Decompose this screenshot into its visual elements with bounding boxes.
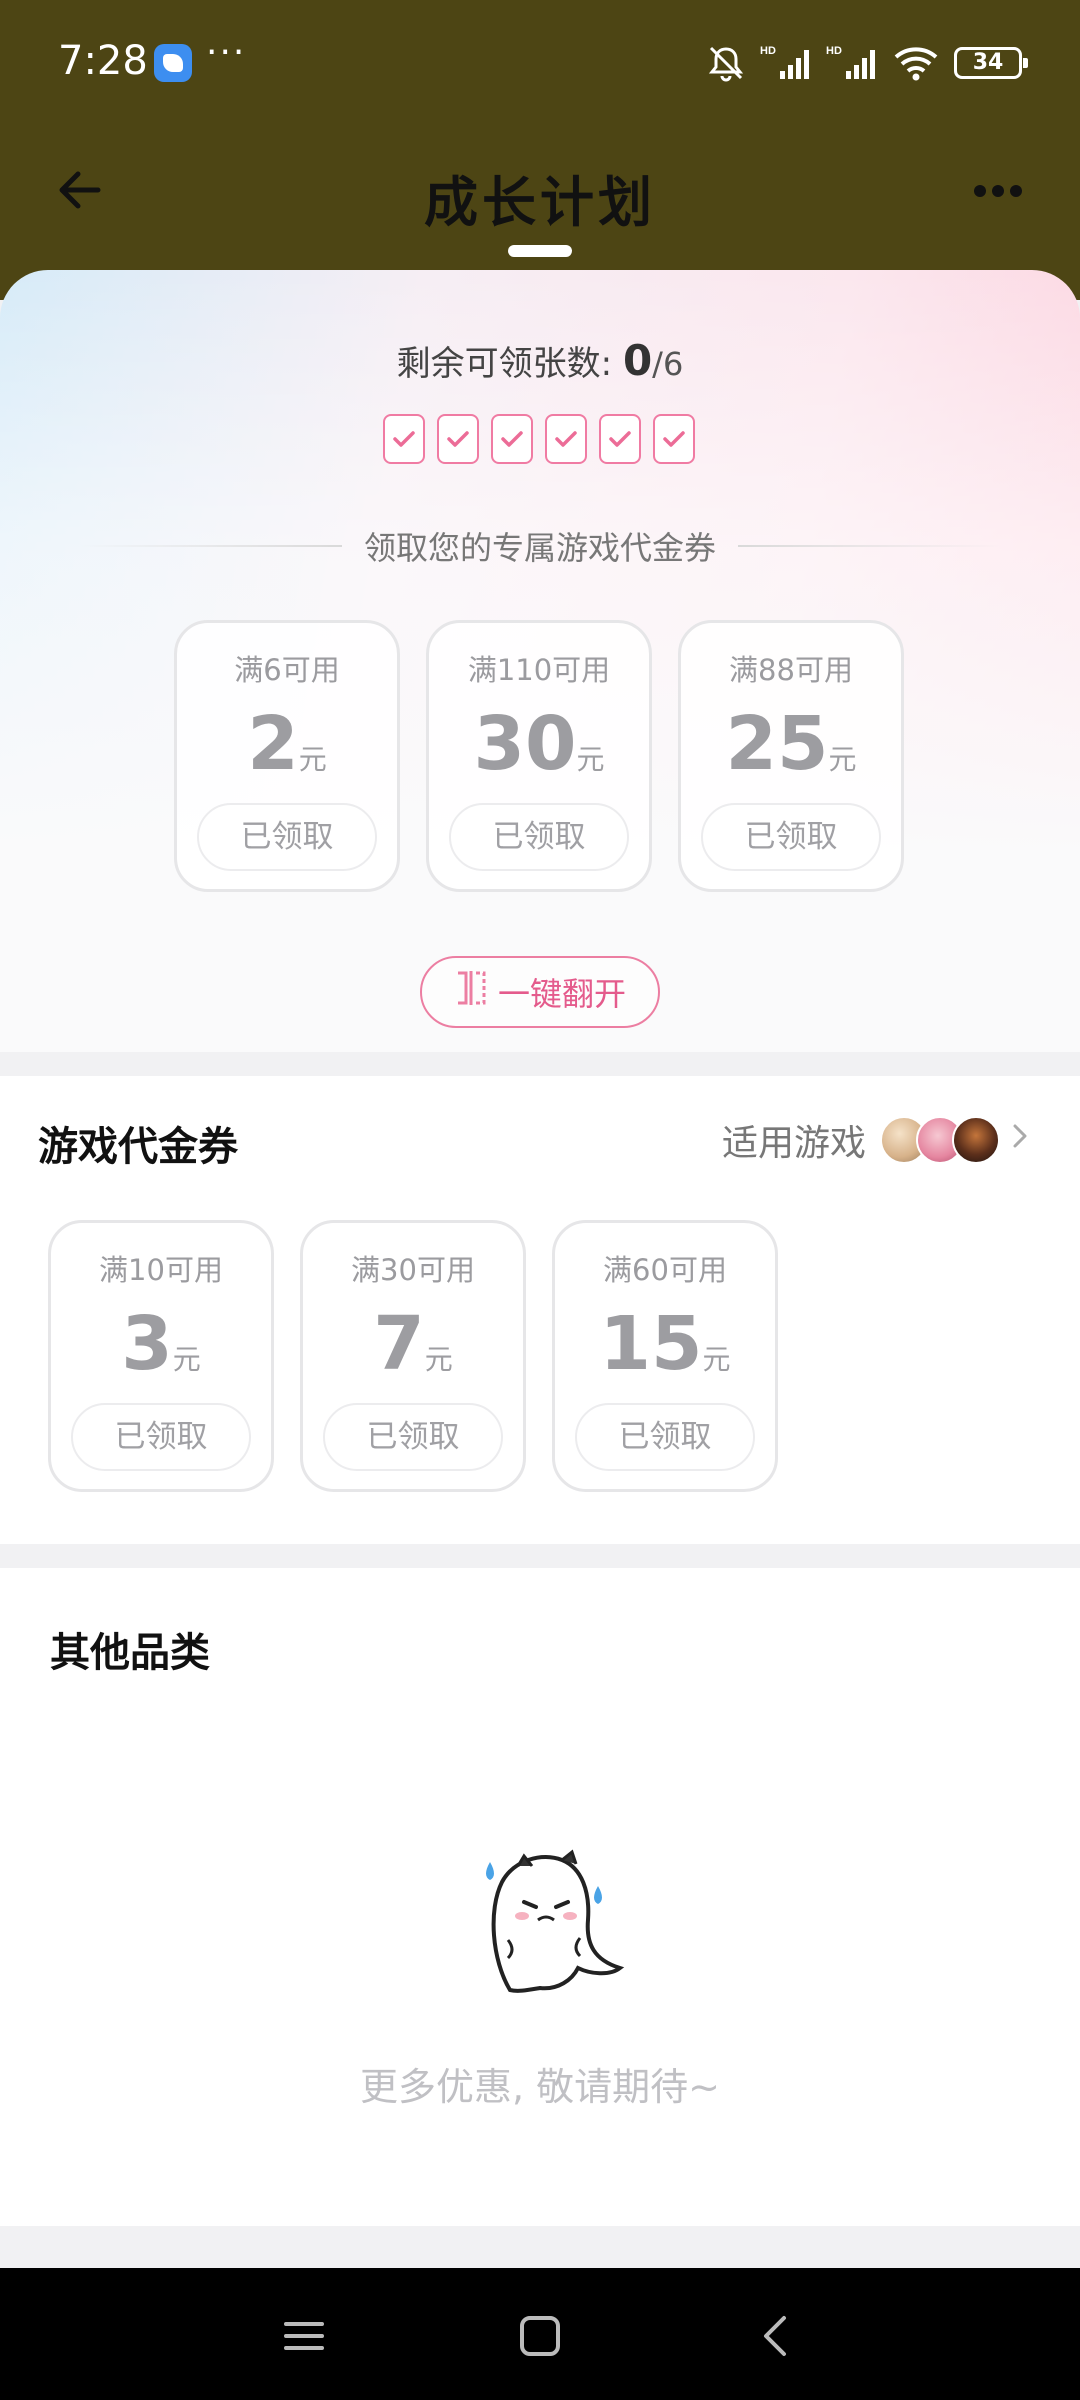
chevron-right-icon — [1008, 1118, 1032, 1163]
remaining-total: /6 — [652, 345, 684, 383]
hd-label-2: HD — [826, 45, 842, 57]
remaining-number: 0 — [622, 336, 653, 385]
coupon-condition: 满88可用 — [729, 653, 853, 687]
more-notifications-icon: ··· — [206, 32, 247, 73]
claimed-button[interactable]: 已领取 — [701, 803, 881, 871]
coupon-amount: 15元 — [555, 1301, 775, 1387]
home-icon[interactable] — [516, 2312, 564, 2360]
coupon-card[interactable]: 满110可用 30元 已领取 — [426, 620, 652, 892]
coupon-value: 30 — [473, 701, 577, 787]
flip-all-button[interactable]: 一键翻开 — [420, 956, 660, 1028]
coupon-unit: 元 — [576, 743, 605, 776]
section-title: 游戏代金券 — [38, 1124, 238, 1170]
coupon-condition: 满30可用 — [351, 1253, 475, 1287]
signal-icon-1: HD — [760, 43, 812, 83]
claimed-button[interactable]: 已领取 — [197, 803, 377, 871]
wifi-icon — [892, 43, 940, 83]
coupon-value: 7 — [373, 1301, 425, 1387]
check-icon — [491, 414, 533, 464]
flip-button-label: 一键翻开 — [497, 975, 626, 1013]
sheet-drag-handle[interactable] — [508, 245, 572, 257]
coupon-amount: 25元 — [681, 701, 901, 787]
mute-bell-icon — [706, 43, 746, 83]
coupon-unit: 元 — [424, 1343, 453, 1376]
coupon-card[interactable]: 满10可用 3元 已领取 — [48, 1220, 274, 1492]
claim-checkboxes — [383, 414, 695, 464]
flip-card-icon — [454, 969, 488, 1015]
check-icon — [437, 414, 479, 464]
coupon-condition: 满10可用 — [99, 1253, 223, 1287]
coupon-unit: 元 — [172, 1343, 201, 1376]
divider-line — [80, 545, 342, 547]
applicable-label: 适用游戏 — [721, 1123, 866, 1164]
game-avatar — [952, 1116, 1000, 1164]
coupon-condition: 满6可用 — [234, 653, 340, 687]
coupon-value: 25 — [725, 701, 829, 787]
more-options-icon[interactable] — [974, 182, 1030, 198]
other-categories-section: 其他品类 更多优惠, 敬请期待~ — [0, 1568, 1080, 2226]
section-title: 其他品类 — [50, 1630, 210, 1676]
check-icon — [653, 414, 695, 464]
coupon-amount: 7元 — [303, 1301, 523, 1387]
game-avatars — [880, 1116, 1000, 1164]
notification-app-icon — [154, 44, 192, 82]
coupon-amount: 3元 — [51, 1301, 271, 1387]
check-icon — [545, 414, 587, 464]
game-voucher-section: 游戏代金券 适用游戏 满10可用 3元 已领取 满30可用 7元 已领取 满60… — [0, 1076, 1080, 1544]
coupon-card[interactable]: 满6可用 2元 已领取 — [174, 620, 400, 892]
battery-indicator: 34 — [954, 47, 1028, 79]
status-icons: HD HD 34 — [706, 40, 1028, 86]
page-title: 成长计划 — [424, 171, 656, 234]
menu-icon[interactable] — [280, 2312, 328, 2360]
coupon-condition: 满110可用 — [467, 653, 611, 687]
signal-icon-2: HD — [826, 43, 878, 83]
coupon-value: 3 — [121, 1301, 173, 1387]
status-bar: 7:28 ··· HD HD 34 — [0, 0, 1080, 126]
remaining-count: 剩余可领张数: 0/6 — [0, 336, 1080, 385]
plan-coupon-row: 满6可用 2元 已领取 满110可用 30元 已领取 满88可用 25元 已领取 — [174, 620, 904, 892]
coupon-value: 15 — [599, 1301, 703, 1387]
coupon-condition: 满60可用 — [603, 1253, 727, 1287]
claimed-button[interactable]: 已领取 — [323, 1403, 503, 1471]
claimed-button[interactable]: 已领取 — [449, 803, 629, 871]
growth-plan-card: 剩余可领张数: 0/6 领取您的专属游戏代金券 满6可用 2元 已领取 满110… — [0, 270, 1080, 1052]
coupon-amount: 2元 — [177, 701, 397, 787]
app-header: 成长计划 — [0, 126, 1080, 252]
voucher-coupon-row: 满10可用 3元 已领取 满30可用 7元 已领取 满60可用 15元 已领取 — [48, 1220, 778, 1492]
coupon-unit: 元 — [828, 743, 857, 776]
hd-label-1: HD — [760, 45, 776, 57]
coupon-card[interactable]: 满30可用 7元 已领取 — [300, 1220, 526, 1492]
check-icon — [599, 414, 641, 464]
section-divider: 领取您的专属游戏代金券 — [80, 526, 1001, 567]
empty-state-text: 更多优惠, 敬请期待~ — [360, 2065, 720, 2109]
divider-text: 领取您的专属游戏代金券 — [364, 529, 717, 567]
sad-ghost-icon — [470, 1840, 630, 2000]
claimed-button[interactable]: 已领取 — [71, 1403, 251, 1471]
coupon-amount: 30元 — [429, 701, 649, 787]
claimed-button[interactable]: 已领取 — [575, 1403, 755, 1471]
coupon-unit: 元 — [298, 743, 327, 776]
back-nav-icon[interactable] — [752, 2312, 800, 2360]
coupon-value: 2 — [247, 701, 299, 787]
divider-line — [738, 545, 1001, 547]
top-bar: 7:28 ··· HD HD 34 成长计划 — [0, 0, 1080, 300]
coupon-unit: 元 — [702, 1343, 731, 1376]
coupon-card[interactable]: 满88可用 25元 已领取 — [678, 620, 904, 892]
remaining-label: 剩余可领张数: — [396, 344, 623, 384]
coupon-card[interactable]: 满60可用 15元 已领取 — [552, 1220, 778, 1492]
system-nav-bar — [0, 2268, 1080, 2400]
status-time: 7:28 — [58, 38, 148, 84]
applicable-games-link[interactable]: 适用游戏 — [722, 1114, 1032, 1166]
check-icon — [383, 414, 425, 464]
